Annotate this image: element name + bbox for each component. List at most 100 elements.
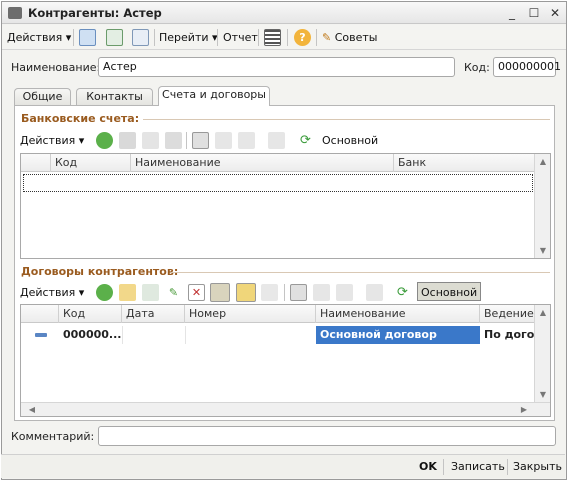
hierarchy-icon[interactable] <box>210 283 230 302</box>
contracts-toolbar: Действия ▾ ✎ ✕ ⟳ Основной <box>20 281 550 302</box>
comment-label: Комментарий: <box>11 430 95 443</box>
col-icon <box>21 154 51 172</box>
contracts-hscroll[interactable]: ◀ ▶ <box>21 402 550 416</box>
filter-apply-icon[interactable] <box>215 132 232 149</box>
col-bank[interactable]: Банк <box>394 154 536 172</box>
close-form-button[interactable]: Закрыть <box>513 458 562 476</box>
goto-label: Перейти <box>159 31 209 44</box>
main-toolbar: Действия ▾ Перейти ▾ Отчет ? ✎ Советы <box>2 25 566 50</box>
col-icon <box>21 305 59 323</box>
tab-general[interactable]: Общие <box>14 88 71 105</box>
refresh-icon[interactable]: ⟳ <box>297 132 314 149</box>
filter-clear-icon[interactable] <box>268 132 285 149</box>
contracts-table[interactable]: Код Дата Номер Наименование Ведение 0000… <box>20 304 551 417</box>
separator <box>258 29 259 46</box>
filter-list-icon[interactable] <box>238 132 255 149</box>
tips-button[interactable]: ✎ Советы <box>322 28 377 47</box>
filter-apply-icon[interactable] <box>313 284 330 301</box>
col-number[interactable]: Номер <box>185 305 316 323</box>
delete-icon[interactable]: ✕ <box>188 284 205 301</box>
cell-number[interactable] <box>185 326 316 344</box>
filter-clear-icon[interactable] <box>366 284 383 301</box>
maximize-button[interactable]: ☐ <box>526 5 542 21</box>
add-icon[interactable] <box>96 284 113 301</box>
contracts-main-button[interactable]: Основной <box>417 282 482 301</box>
contracts-actions-menu[interactable]: Действия ▾ <box>20 283 84 302</box>
minimize-button[interactable]: _ <box>504 5 520 21</box>
chevron-down-icon: ▾ <box>65 31 72 44</box>
help-icon[interactable]: ? <box>294 29 311 46</box>
separator <box>287 29 288 46</box>
table-header: Код Наименование Банк <box>21 154 536 172</box>
add-folder-icon[interactable] <box>119 284 136 301</box>
cell-date[interactable] <box>122 326 185 344</box>
list-mode-icon[interactable] <box>236 283 256 302</box>
title-bar: Контрагенты: Астер _ ☐ ✕ <box>2 2 566 24</box>
copy-icon[interactable] <box>119 132 136 149</box>
scroll-left-icon[interactable]: ◀ <box>24 405 40 414</box>
bank-section-title: Банковские счета: <box>21 112 140 125</box>
write-button[interactable]: Записать <box>451 458 505 476</box>
cell-mode[interactable]: По дого <box>480 326 536 344</box>
brush-icon: ✎ <box>322 31 332 44</box>
col-code[interactable]: Код <box>51 154 131 172</box>
actions-label: Действия <box>7 31 63 44</box>
level-up-icon[interactable] <box>261 284 278 301</box>
col-name[interactable]: Наименование <box>316 305 480 323</box>
separator <box>217 29 218 46</box>
tab-accounts-contracts[interactable]: Счета и договоры <box>158 86 270 106</box>
copy-doc-icon[interactable] <box>132 29 149 46</box>
contracts-section-title: Договоры контрагентов: <box>21 265 179 278</box>
bank-actions-menu[interactable]: Действия ▾ <box>20 131 84 150</box>
code-field[interactable]: 000000001 <box>493 57 561 77</box>
scroll-up-icon[interactable]: ▲ <box>535 157 550 166</box>
comment-field[interactable] <box>98 426 556 446</box>
edit-icon[interactable]: ✎ <box>165 284 182 301</box>
refresh-doc-icon[interactable] <box>106 29 123 46</box>
app-icon <box>8 7 22 19</box>
add-icon[interactable] <box>96 132 113 149</box>
goto-menu[interactable]: Перейти ▾ <box>159 28 218 47</box>
divider <box>171 272 550 273</box>
name-field[interactable]: Астер <box>98 57 455 77</box>
separator <box>316 29 317 46</box>
cell-name[interactable]: Основной договор <box>316 326 480 344</box>
actions-menu[interactable]: Действия ▾ <box>7 28 71 47</box>
table-row[interactable]: 000000... Основной договор По дого <box>21 325 536 345</box>
edit-icon[interactable] <box>142 132 159 149</box>
contracts-vscroll[interactable]: ▲ ▼ <box>534 305 550 402</box>
cell-code[interactable]: 000000... <box>59 326 122 344</box>
col-code[interactable]: Код <box>59 305 122 323</box>
close-button[interactable]: ✕ <box>547 5 563 21</box>
refresh-icon[interactable]: ⟳ <box>394 284 411 301</box>
scroll-down-icon[interactable]: ▼ <box>535 390 550 399</box>
code-label: Код: <box>464 61 490 74</box>
scroll-up-icon[interactable]: ▲ <box>535 308 550 317</box>
report-button[interactable]: Отчет <box>223 28 258 47</box>
ok-button[interactable]: OK <box>419 458 437 476</box>
bank-accounts-table[interactable]: Код Наименование Банк ▲ ▼ <box>20 153 551 259</box>
delete-icon[interactable] <box>165 132 182 149</box>
separator <box>443 459 444 475</box>
bank-toolbar: Действия ▾ ⟳ Основной <box>20 130 550 151</box>
scroll-right-icon[interactable]: ▶ <box>516 405 532 414</box>
bank-actions-label: Действия <box>20 134 76 147</box>
col-mode[interactable]: Ведение <box>480 305 536 323</box>
row-icon <box>21 326 59 344</box>
filter-icon[interactable] <box>290 284 307 301</box>
bank-main-button[interactable]: Основной <box>322 131 378 150</box>
col-name[interactable]: Наименование <box>131 154 394 172</box>
copy-icon[interactable] <box>142 284 159 301</box>
col-date[interactable]: Дата <box>122 305 185 323</box>
filter-icon[interactable] <box>192 132 209 149</box>
save-icon[interactable] <box>79 29 96 46</box>
structure-icon[interactable] <box>264 29 281 46</box>
separator <box>186 132 187 149</box>
filter-list-icon[interactable] <box>336 284 353 301</box>
scroll-down-icon[interactable]: ▼ <box>535 246 550 255</box>
table-row-focus[interactable] <box>23 174 533 192</box>
bank-vscroll[interactable]: ▲ ▼ <box>534 154 550 258</box>
table-header: Код Дата Номер Наименование Ведение <box>21 305 536 323</box>
chevron-down-icon: ▾ <box>78 286 85 299</box>
tab-contacts[interactable]: Контакты <box>76 88 153 105</box>
